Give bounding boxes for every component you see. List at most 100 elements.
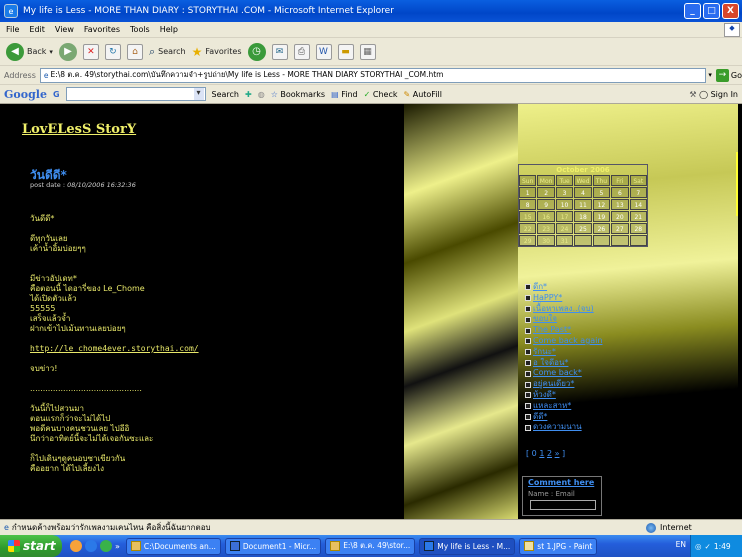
calendar-day[interactable]: 29 <box>519 235 537 246</box>
category-item[interactable]: ขอบใจ <box>525 314 602 325</box>
category-item[interactable]: Come back* <box>525 368 602 379</box>
menu-tools[interactable]: Tools <box>130 25 150 34</box>
blog-title-link[interactable]: LovELesS StorY <box>22 122 136 137</box>
menu-view[interactable]: View <box>55 25 74 34</box>
task-paint[interactable]: st 1.JPG - Paint <box>519 537 598 555</box>
calendar-day[interactable]: 27 <box>611 223 629 234</box>
category-label[interactable]: Come back again <box>533 336 602 347</box>
address-input[interactable]: e E:\8 ต.ค. 49\storythai.com\บันทึกความจ… <box>39 67 707 83</box>
category-label[interactable]: ห้วงดี* <box>533 390 556 401</box>
title-bar[interactable]: e My life is Less - MORE THAN DIARY : ST… <box>0 0 742 22</box>
calendar-day[interactable]: 16 <box>537 211 555 222</box>
menu-edit[interactable]: Edit <box>29 25 45 34</box>
forward-button[interactable]: ▶ <box>58 42 77 61</box>
minimize-button[interactable]: _ <box>684 3 701 19</box>
ie-quicklaunch-icon[interactable] <box>85 540 97 552</box>
calendar-day[interactable]: 28 <box>629 223 647 234</box>
menu-file[interactable]: File <box>6 25 19 34</box>
category-item[interactable]: เนื้อหาเพลง..(จบ) <box>525 304 602 315</box>
refresh-button[interactable]: ↻ <box>104 43 121 60</box>
vertical-scrollbar[interactable] <box>738 104 742 519</box>
page-1-link[interactable]: 1 <box>539 449 544 458</box>
category-item[interactable]: แหละสาห* <box>525 401 602 412</box>
quicklaunch-more-icon[interactable]: » <box>115 542 120 551</box>
menu-favorites[interactable]: Favorites <box>84 25 120 34</box>
spellcheck-button[interactable]: ✓ Check <box>364 90 398 99</box>
sign-in-button[interactable]: ⚒ ◯ Sign In <box>689 90 738 99</box>
calendar-day[interactable]: 10 <box>555 199 574 210</box>
history-button[interactable]: ◷ <box>247 42 266 61</box>
task-folder[interactable]: E:\8 ต.ค. 49\stor... <box>325 537 416 555</box>
calendar-day[interactable]: 21 <box>629 211 647 222</box>
calendar-day[interactable]: 14 <box>629 199 647 210</box>
language-indicator[interactable]: EN <box>676 540 686 549</box>
bookmarks-button[interactable]: ☆ Bookmarks <box>271 90 325 99</box>
calendar-day[interactable]: 17 <box>555 211 574 222</box>
calendar-day[interactable]: 25 <box>574 223 592 234</box>
category-label[interactable]: อยู่คนเดียว* <box>533 379 574 390</box>
category-label[interactable]: HaPPY* <box>533 293 562 304</box>
category-item[interactable]: รักนะ* <box>525 347 602 358</box>
category-label[interactable]: ขอบใจ <box>533 314 557 325</box>
calendar-day[interactable]: 11 <box>574 199 592 210</box>
calendar-day[interactable]: 18 <box>574 211 592 222</box>
google-search-input[interactable] <box>65 87 206 101</box>
home-button[interactable]: ⌂ <box>126 43 143 60</box>
comment-title[interactable]: Comment here <box>528 478 594 487</box>
category-label[interactable]: เนื้อหาเพลง..(จบ) <box>533 304 594 315</box>
calendar-day[interactable]: 9 <box>537 199 555 210</box>
close-button[interactable]: X <box>722 3 739 19</box>
calendar-day[interactable]: 7 <box>629 187 647 198</box>
favorites-button[interactable]: ★ Favorites <box>192 45 242 59</box>
task-explorer[interactable]: C:\Documents an... <box>125 537 221 555</box>
calendar-day[interactable]: 8 <box>519 199 537 210</box>
post-link[interactable]: http://le_chome4ever.storythai.com/ <box>30 344 390 354</box>
calendar-day[interactable]: 15 <box>519 211 537 222</box>
category-item[interactable]: ดีดี* <box>525 412 602 423</box>
print-button[interactable]: ⎙ <box>293 43 310 60</box>
category-label[interactable]: แหละสาห* <box>533 401 571 412</box>
calendar-day[interactable]: 30 <box>537 235 555 246</box>
calendar-day[interactable]: 12 <box>592 199 611 210</box>
calendar-day[interactable]: 20 <box>611 211 629 222</box>
task-browser[interactable]: My life is Less - M... <box>419 537 516 555</box>
calendar-day[interactable]: 24 <box>555 223 574 234</box>
find-button[interactable]: ▤ Find <box>331 90 358 99</box>
category-item[interactable]: HaPPY* <box>525 293 602 304</box>
menu-help[interactable]: Help <box>160 25 178 34</box>
edit-button[interactable]: W <box>315 43 332 60</box>
back-button[interactable]: ◀ Back ▾ <box>6 42 53 61</box>
calendar-day[interactable]: 22 <box>519 223 537 234</box>
network-icon[interactable]: ◎ <box>695 542 702 551</box>
calendar-day[interactable]: 4 <box>574 187 592 198</box>
calendar-day[interactable]: 26 <box>592 223 611 234</box>
maximize-button[interactable]: □ <box>703 3 720 19</box>
category-label[interactable]: ดีก* <box>533 282 547 293</box>
page-2-link[interactable]: 2 <box>547 449 552 458</box>
category-item[interactable]: อ ใจดีอน* <box>525 358 602 369</box>
address-dropdown-icon[interactable]: ▾ <box>708 71 712 79</box>
category-item[interactable]: อยู่คนเดียว* <box>525 379 602 390</box>
calendar-day[interactable]: 13 <box>611 199 629 210</box>
calendar-day[interactable]: 6 <box>611 187 629 198</box>
category-label[interactable]: ดวงความนาน <box>533 422 582 433</box>
category-item[interactable]: Come back again <box>525 336 602 347</box>
calendar-day[interactable]: 3 <box>555 187 574 198</box>
category-label[interactable]: Come back* <box>533 368 582 379</box>
volume-icon[interactable]: ✓ <box>705 542 711 551</box>
calendar-day[interactable]: 5 <box>592 187 611 198</box>
search-button[interactable]: ⌕ Search <box>149 45 186 59</box>
next-pages-link[interactable]: » <box>555 449 560 458</box>
go-button[interactable]: → Go <box>715 68 742 82</box>
autofill-button[interactable]: ✎ AutoFill <box>403 90 442 99</box>
page-0-link[interactable]: 0 <box>532 449 537 458</box>
calendar-day[interactable]: 1 <box>519 187 537 198</box>
calendar-day[interactable]: 31 <box>555 235 574 246</box>
category-label[interactable]: The Past* <box>533 325 571 336</box>
google-menu-button[interactable]: G <box>53 90 60 99</box>
category-item[interactable]: ห้วงดี* <box>525 390 602 401</box>
calendar-day[interactable]: 2 <box>537 187 555 198</box>
google-search-button[interactable]: Search <box>212 90 239 99</box>
category-item[interactable]: ดีก* <box>525 282 602 293</box>
category-label[interactable]: ดีดี* <box>533 412 547 423</box>
